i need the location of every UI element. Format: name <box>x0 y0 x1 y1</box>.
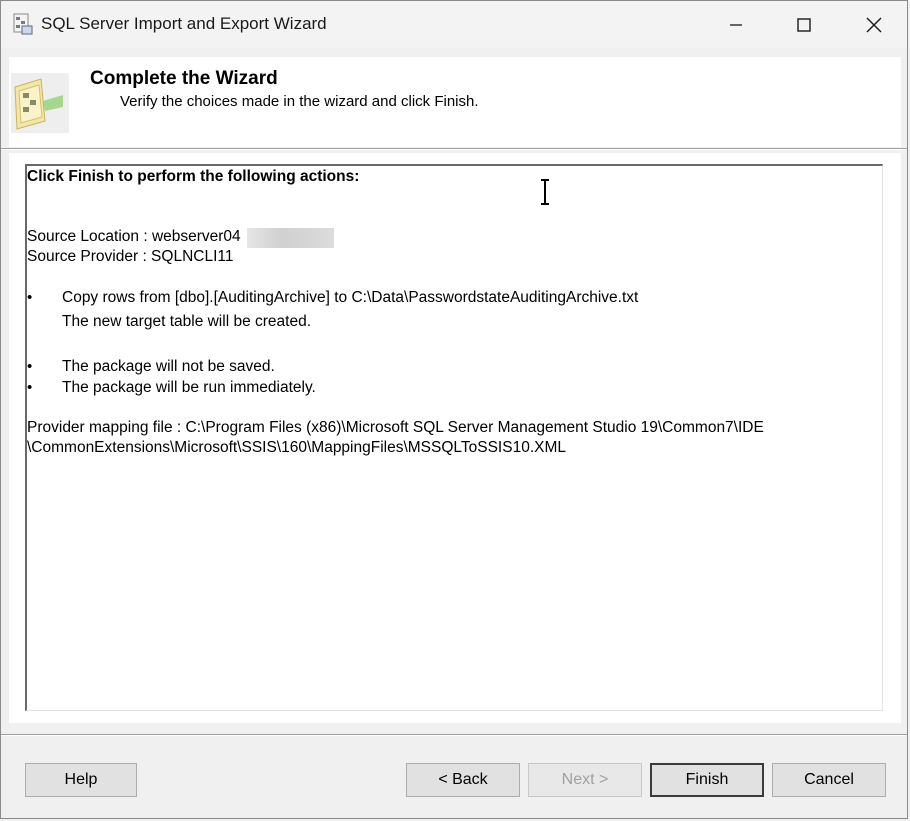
title-bar: SQL Server Import and Export Wizard <box>1 1 907 48</box>
action-copy-rows-detail: The new target table will be created. <box>62 313 311 330</box>
action-copy-rows: Copy rows from [dbo].[AuditingArchive] t… <box>62 289 639 306</box>
page-subtitle: Verify the choices made in the wizard an… <box>120 93 479 110</box>
window-title: SQL Server Import and Export Wizard <box>41 14 327 33</box>
mapping-file-line-2: \CommonExtensions\Microsoft\SSIS\160\Map… <box>27 439 566 456</box>
header-divider <box>1 148 907 150</box>
back-button[interactable]: < Back <box>406 763 520 797</box>
wizard-complete-icon <box>11 73 69 133</box>
source-location: Source Location : webserver04 <box>27 228 241 245</box>
bullet-marker: • <box>27 379 33 396</box>
cancel-button[interactable]: Cancel <box>772 763 886 797</box>
wizard-window: SQL Server Import and Export Wizard Comp… <box>0 0 908 819</box>
action-package-run: The package will be run immediately. <box>62 379 316 396</box>
summary-report[interactable]: Click Finish to perform the following ac… <box>25 164 883 711</box>
text-cursor-icon <box>541 179 549 205</box>
mapping-file-line-1: Provider mapping file : C:\Program Files… <box>27 419 764 436</box>
report-heading: Click Finish to perform the following ac… <box>27 168 360 185</box>
help-button[interactable]: Help <box>25 763 137 797</box>
minimize-icon <box>730 23 742 26</box>
next-button[interactable]: Next > <box>528 763 642 797</box>
wizard-header: Complete the Wizard Verify the choices m… <box>9 57 901 147</box>
close-icon <box>866 17 882 32</box>
close-button[interactable] <box>839 1 909 48</box>
maximize-icon <box>797 17 811 32</box>
action-package-not-saved: The package will not be saved. <box>62 358 275 375</box>
maximize-button[interactable] <box>769 1 839 48</box>
bullet-marker: • <box>27 358 33 375</box>
minimize-button[interactable] <box>701 1 771 48</box>
finish-button[interactable]: Finish <box>650 763 764 797</box>
app-icon <box>13 13 33 35</box>
body-panel: Click Finish to perform the following ac… <box>9 153 901 723</box>
footer-divider <box>1 734 907 736</box>
page-title: Complete the Wizard <box>90 68 278 89</box>
redacted-text <box>247 228 334 248</box>
source-provider: Source Provider : SQLNCLI11 <box>27 248 234 265</box>
bullet-marker: • <box>27 289 33 306</box>
